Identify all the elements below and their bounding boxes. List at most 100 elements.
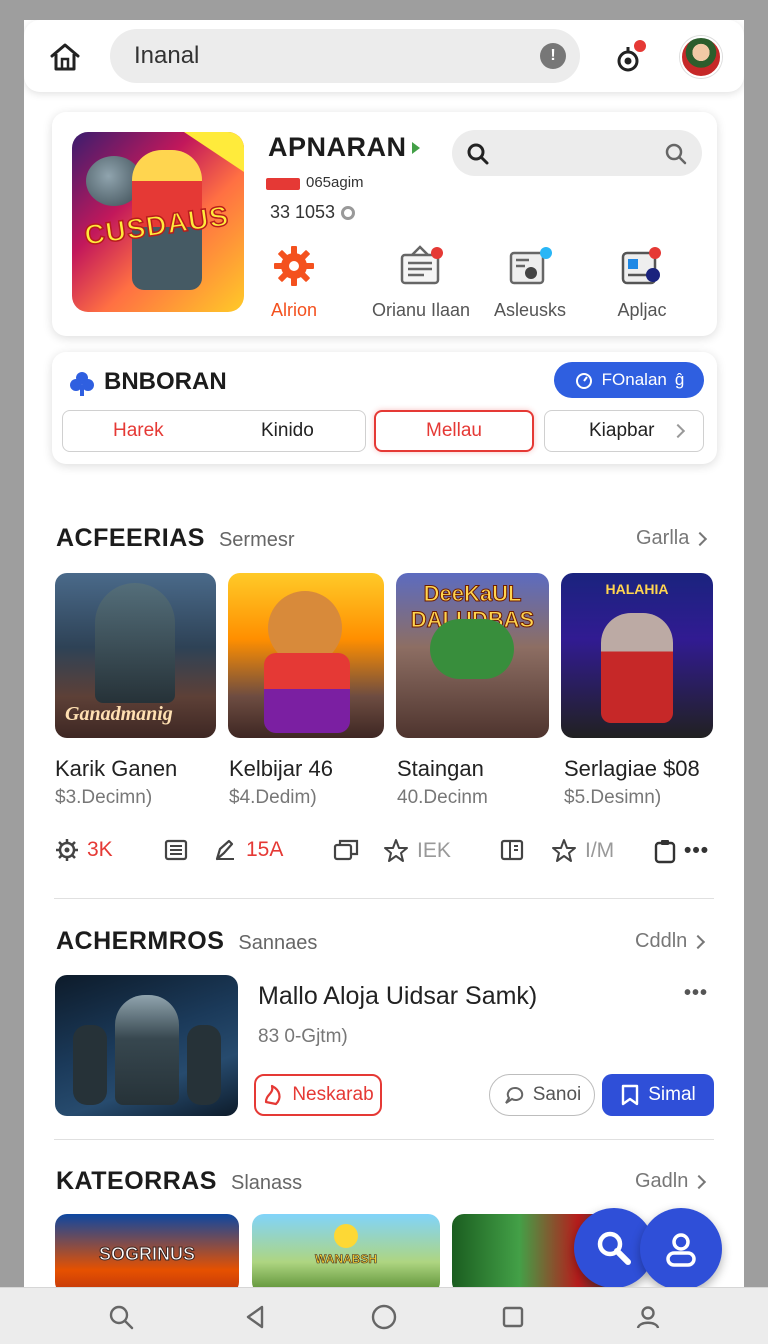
featured-search-field[interactable] (452, 130, 702, 176)
avatar[interactable] (680, 36, 722, 78)
character-figure (601, 613, 673, 723)
search-icon (597, 1231, 631, 1265)
section-subtitle: Slanass (230, 1172, 303, 1194)
action-label: Asleusks (493, 300, 567, 320)
top-bar: Inanal ! (24, 20, 744, 92)
game-thumbnail[interactable]: DeeKaUL DALUDBAS (396, 573, 549, 738)
stat-item[interactable] (500, 838, 526, 862)
game-price: $4.Dedim) (229, 787, 317, 808)
action-label: Apljac (617, 300, 667, 320)
tab-kiapbar[interactable]: Kiapbar (544, 410, 704, 452)
play-icon[interactable] (412, 142, 420, 154)
see-all-label: Cddln (635, 930, 688, 952)
game-title[interactable]: Karik Ganen (55, 756, 177, 782)
filter-action-suffix: ĝ (674, 370, 685, 389)
see-all-link[interactable]: Cddln (635, 930, 706, 953)
game-thumbnail[interactable]: HALAHIA (561, 573, 713, 738)
stat-item[interactable] (333, 838, 361, 862)
timer-icon (575, 373, 592, 389)
overflow-menu-icon[interactable]: ••• (684, 982, 708, 1005)
action-label: Alrion (270, 300, 318, 320)
action-alrion[interactable]: Alrion (234, 240, 354, 321)
section-header: ACHERMROS Sannaes (56, 927, 317, 956)
category-thumbnail[interactable]: SOGRINUS (55, 1214, 239, 1294)
stat-item[interactable]: 3K (55, 838, 113, 862)
featured-meta-secondary: 33 1053 (270, 202, 356, 223)
game-title[interactable]: Staingan (397, 756, 484, 782)
search-input[interactable]: Inanal ! (110, 29, 580, 83)
fab-profile-button[interactable] (640, 1208, 722, 1290)
list-item-thumbnail[interactable] (55, 975, 238, 1116)
featured-meta: 065agim (306, 174, 364, 191)
section-divider (54, 1139, 714, 1140)
featured-title: APNARAN (268, 132, 407, 162)
neskarab-button[interactable]: Neskarab (254, 1074, 382, 1116)
game-price: 40.Decinm (397, 787, 488, 808)
featured-meta-value: 33 1053 (270, 202, 336, 222)
more-icon[interactable]: ••• (684, 839, 709, 863)
book-icon (500, 839, 524, 861)
featured-game-art[interactable]: CUSDAUS (72, 132, 244, 312)
app-screen: Inanal ! CUSDAUS APNARAN 065agim 33 1053 (24, 20, 744, 1344)
home-icon[interactable] (44, 36, 86, 78)
thumbnail-logo: SOGRINUS (98, 1244, 195, 1265)
game-title[interactable]: Kelbijar 46 (229, 756, 333, 782)
notifications-icon[interactable] (610, 38, 650, 78)
list-item-title[interactable]: Mallo Aloja Uidsar Samk) (258, 982, 537, 1011)
search-submit-icon[interactable] (664, 142, 688, 166)
system-nav-bar (0, 1287, 768, 1344)
nav-home-icon[interactable] (369, 1302, 399, 1332)
game-price: $5.Desimn) (564, 787, 662, 808)
character-body (264, 653, 350, 733)
thumbnail-logo: WANABSH (315, 1252, 378, 1267)
tab-harek[interactable]: Harek (113, 420, 164, 442)
game-title[interactable]: Serlagiae $08 (564, 756, 700, 782)
button-label: Sanoi (532, 1084, 582, 1105)
nav-recents-icon[interactable] (498, 1302, 528, 1332)
id-card-icon (582, 240, 702, 292)
chevron-right-icon (693, 531, 708, 546)
sanoi-button[interactable]: Sanoi (489, 1074, 595, 1116)
tab-mellau[interactable]: Mellau (374, 410, 534, 452)
action-asleusks[interactable]: Asleusks (470, 240, 590, 321)
tab-kinido[interactable]: Kinido (261, 420, 314, 442)
nav-back-icon[interactable] (240, 1302, 270, 1332)
chat-bubble-icon (504, 1086, 523, 1104)
gear-icon (234, 240, 354, 292)
nav-profile-icon[interactable] (633, 1302, 663, 1332)
see-all-link[interactable]: Gadln (635, 1170, 707, 1193)
button-label: Neskarab (292, 1084, 374, 1105)
stat-item[interactable]: IEK (383, 838, 451, 864)
star-icon (384, 839, 408, 862)
featured-card: CUSDAUS APNARAN 065agim 33 1053 Alrion O… (52, 112, 717, 336)
section-header: KATEORRAS Slanass (56, 1167, 302, 1196)
character-figure (115, 995, 179, 1105)
game-thumbnail[interactable] (228, 573, 384, 738)
filter-action-button[interactable]: FOnalan ĝ (554, 362, 704, 398)
info-icon[interactable]: ! (540, 43, 566, 69)
filter-card: BNBORAN FOnalan ĝ Harek Kinido Mellau Ki… (52, 352, 717, 464)
section-subtitle: Sermesr (218, 529, 295, 551)
tab-label: Mellau (426, 420, 482, 441)
action-apljac[interactable]: Apljac (582, 240, 702, 321)
simal-button[interactable]: Simal (602, 1074, 714, 1116)
stat-value: IEK (417, 839, 451, 862)
see-all-link[interactable]: Garlla (636, 527, 708, 550)
list-icon (164, 839, 188, 861)
stat-item[interactable]: ••• (654, 838, 709, 864)
chevron-right-icon (691, 934, 706, 949)
clock-icon (341, 205, 356, 220)
tab-label: Kiapbar (589, 420, 655, 441)
character-figure (430, 619, 514, 679)
category-thumbnail[interactable]: WANABSH (252, 1214, 440, 1294)
section-subtitle: Sannaes (238, 932, 318, 954)
stat-item[interactable]: I/M (551, 838, 614, 864)
tab-group-left: Harek Kinido (62, 410, 366, 452)
nav-search-icon[interactable] (106, 1302, 136, 1332)
star-icon (552, 839, 576, 862)
stat-item[interactable] (164, 838, 188, 862)
character-figure (187, 1025, 221, 1105)
search-input-value: Inanal (134, 42, 200, 69)
stat-item[interactable]: 15A (214, 838, 283, 862)
game-thumbnail[interactable]: Ganadmanig (55, 573, 216, 738)
